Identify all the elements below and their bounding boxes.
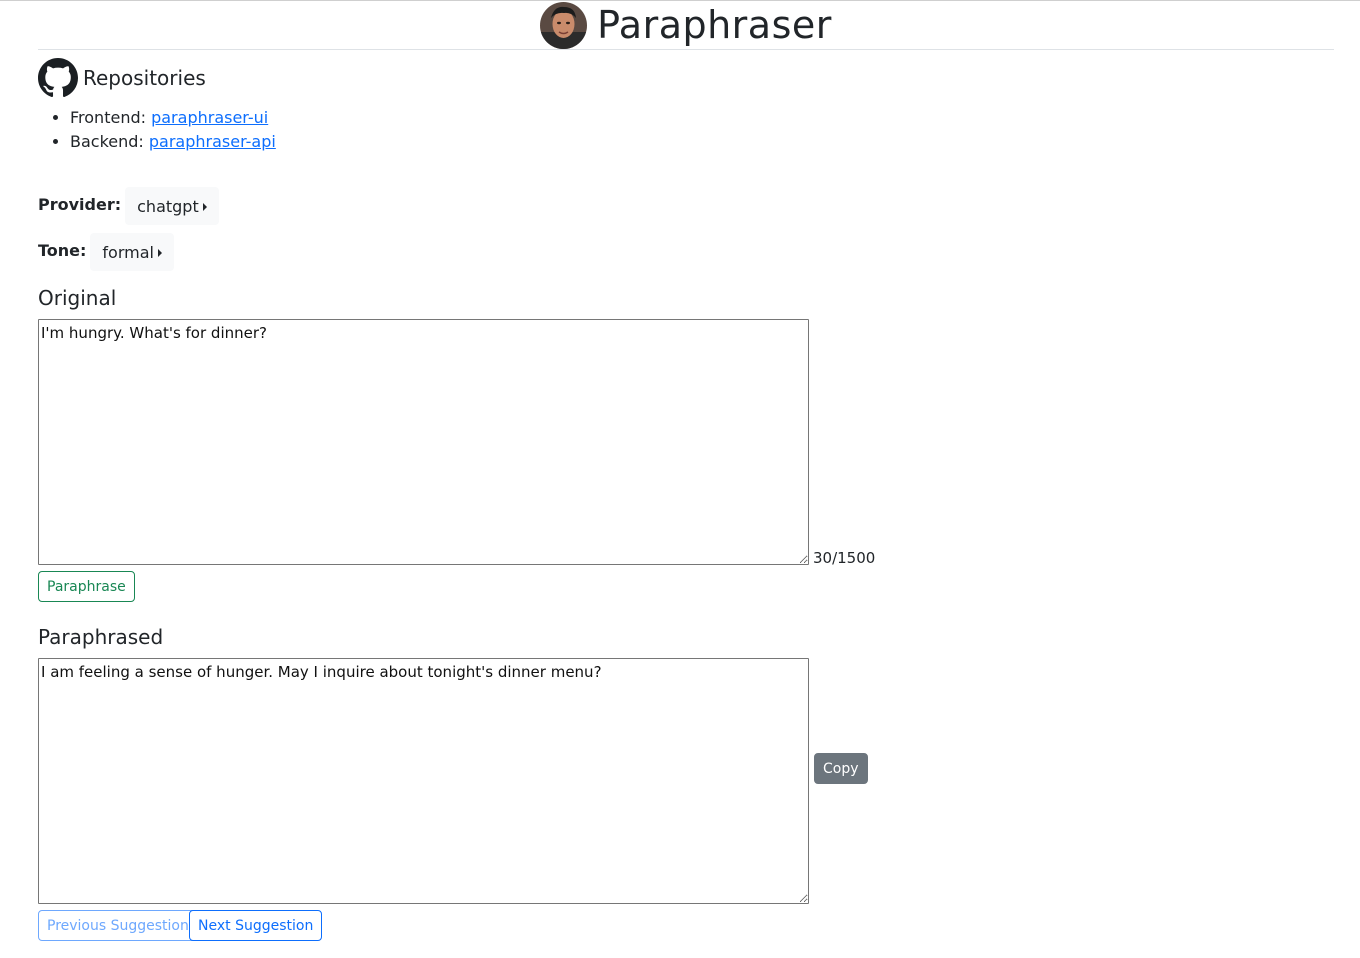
github-icon <box>38 58 78 98</box>
provider-dropdown[interactable]: chatgpt <box>125 187 219 225</box>
previous-suggestion-button[interactable]: Previous Suggestion <box>38 910 198 941</box>
repositories-heading: Repositories <box>38 58 276 98</box>
provider-label: Provider: <box>38 194 122 214</box>
list-item: Backend: paraphraser-api <box>70 130 276 154</box>
paraphrased-title: Paraphrased <box>38 625 164 649</box>
tone-dropdown[interactable]: formal <box>90 233 174 271</box>
repo-label: Backend: <box>70 132 149 151</box>
tone-value: formal <box>102 242 154 262</box>
repositories-list: Frontend: paraphraser-ui Backend: paraph… <box>38 106 276 154</box>
provider-row: Provider: chatgpt <box>38 187 219 225</box>
tone-label: Tone: <box>38 240 87 260</box>
caret-right-icon <box>157 249 162 257</box>
backend-repo-link[interactable]: paraphraser-api <box>149 132 276 151</box>
paraphrased-textarea[interactable]: I am feeling a sense of hunger. May I in… <box>38 658 809 904</box>
caret-right-icon <box>202 203 207 211</box>
provider-value: chatgpt <box>137 196 199 216</box>
repositories-title: Repositories <box>83 66 206 90</box>
page-title: Paraphraser <box>597 3 832 47</box>
next-suggestion-button[interactable]: Next Suggestion <box>189 910 323 941</box>
char-count: 30/1500 <box>813 549 876 567</box>
repositories-section: Repositories Frontend: paraphraser-ui Ba… <box>38 58 276 154</box>
app-header: Paraphraser <box>38 1 1334 50</box>
list-item: Frontend: paraphraser-ui <box>70 106 276 130</box>
repo-label: Frontend: <box>70 108 152 127</box>
tone-row: Tone: formal <box>38 233 174 271</box>
original-title: Original <box>38 286 117 310</box>
paraphrase-button[interactable]: Paraphrase <box>38 571 135 602</box>
avatar <box>540 1 588 49</box>
original-textarea[interactable]: I'm hungry. What's for dinner? <box>38 319 809 565</box>
avatar-image <box>540 1 588 49</box>
frontend-repo-link[interactable]: paraphraser-ui <box>151 108 268 127</box>
copy-button[interactable]: Copy <box>814 753 868 784</box>
